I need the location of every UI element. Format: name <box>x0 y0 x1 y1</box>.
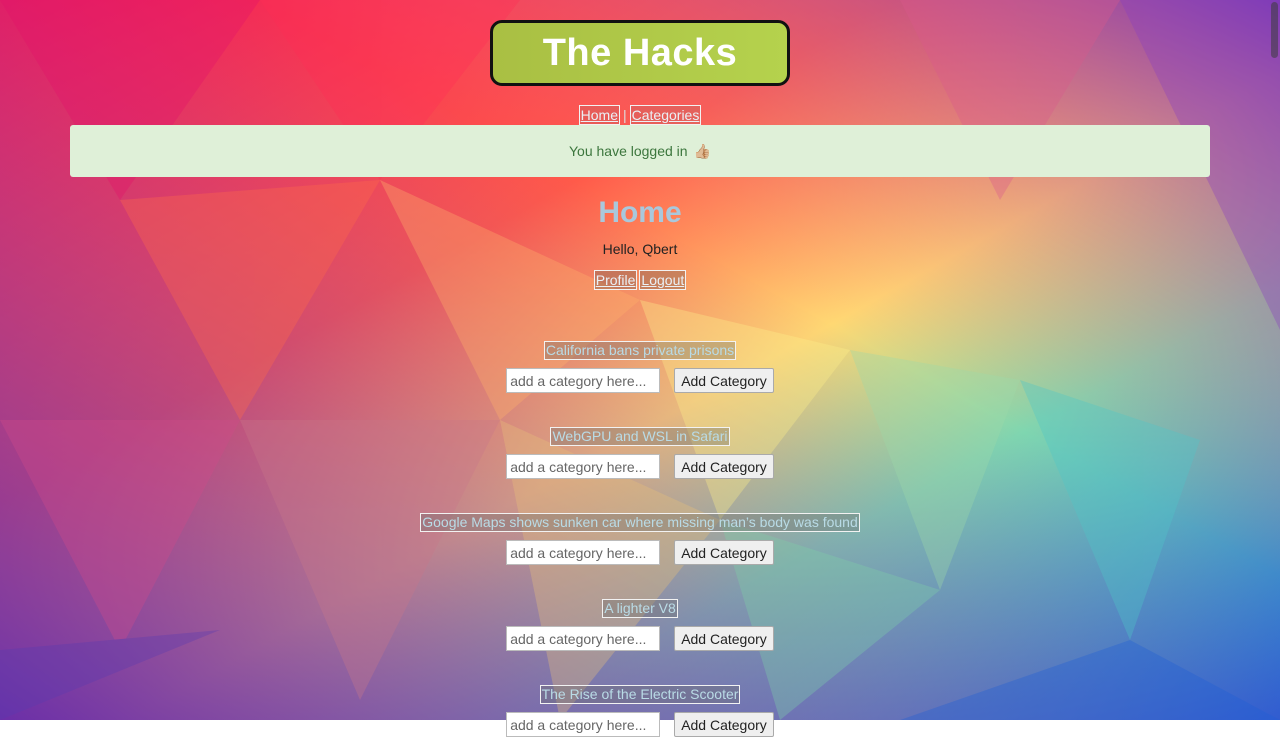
page-scrollbar[interactable] <box>1268 0 1280 720</box>
add-category-button[interactable]: Add Category <box>674 626 774 651</box>
login-success-alert: You have logged in 👍🏼 <box>70 125 1210 177</box>
post-title-link[interactable]: WebGPU and WSL in Safari <box>550 427 730 446</box>
category-input[interactable] <box>506 454 661 479</box>
post-title-link[interactable]: Google Maps shows sunken car where missi… <box>420 513 860 532</box>
logout-link[interactable]: Logout <box>639 270 687 290</box>
nav-home-link[interactable]: Home <box>578 105 620 125</box>
alert-message: You have logged in <box>568 143 688 159</box>
add-category-button[interactable]: Add Category <box>674 454 774 479</box>
post-title-link[interactable]: California bans private prisons <box>543 341 737 360</box>
post-item: WebGPU and WSL in Safari Add Category <box>0 427 1280 479</box>
add-category-button[interactable]: Add Category <box>674 712 774 737</box>
post-item: Google Maps shows sunken car where missi… <box>0 513 1280 565</box>
post-item: California bans private prisons Add Cate… <box>0 341 1280 393</box>
site-header: The Hacks <box>490 20 790 86</box>
add-category-button[interactable]: Add Category <box>674 540 774 565</box>
post-title-link[interactable]: A lighter V8 <box>602 599 678 618</box>
top-nav: Home | Categories <box>0 105 1280 125</box>
nav-categories-link[interactable]: Categories <box>629 105 702 125</box>
user-links: Profile Logout <box>0 270 1280 290</box>
add-category-button[interactable]: Add Category <box>674 368 774 393</box>
scrollbar-thumb[interactable] <box>1271 2 1278 58</box>
post-title-link[interactable]: The Rise of the Electric Scooter <box>539 685 741 704</box>
nav-separator: | <box>623 107 627 123</box>
greeting-text: Hello, Qbert <box>602 241 678 257</box>
post-item: The Rise of the Electric Scooter Add Cat… <box>0 685 1280 737</box>
category-input[interactable] <box>506 626 661 651</box>
post-item: A lighter V8 Add Category <box>0 599 1280 651</box>
category-input[interactable] <box>506 540 661 565</box>
site-title: The Hacks <box>542 31 738 74</box>
category-input[interactable] <box>506 368 661 393</box>
page: The Hacks Home | Categories You have logge… <box>0 0 1280 737</box>
page-title: Home <box>598 196 682 229</box>
category-input[interactable] <box>506 712 661 737</box>
thumbs-up-icon: 👍🏼 <box>693 142 712 159</box>
profile-link[interactable]: Profile <box>593 270 638 290</box>
